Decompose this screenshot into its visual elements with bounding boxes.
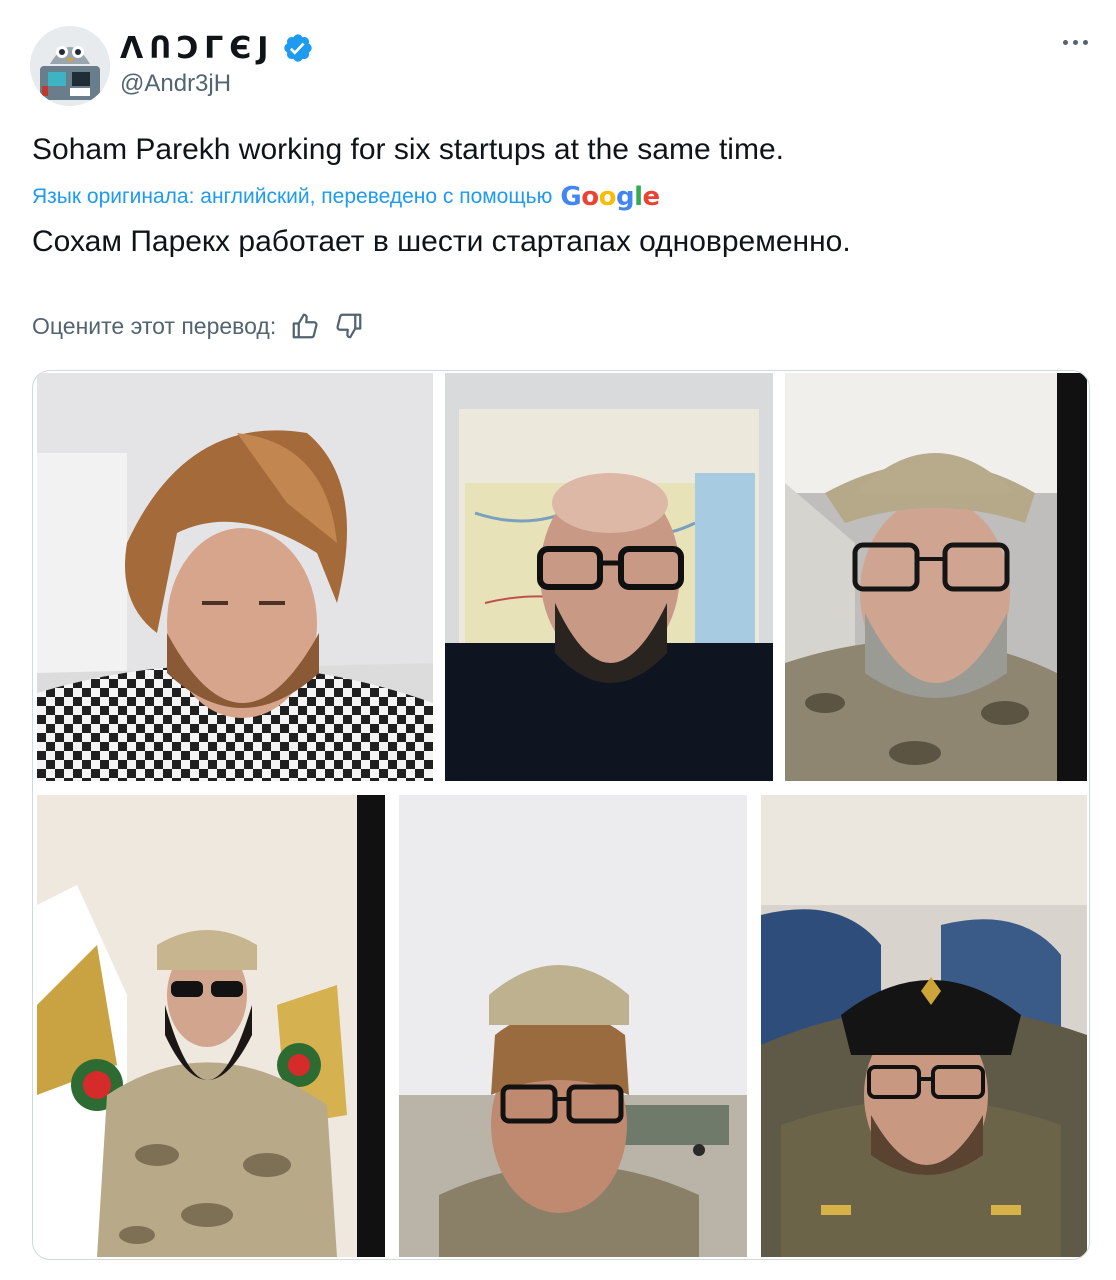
avatar[interactable]	[30, 26, 110, 106]
verified-badge-icon	[284, 34, 313, 62]
media-photo-1[interactable]	[37, 373, 433, 781]
dot	[1083, 40, 1088, 45]
author-name-row[interactable]: ΛՈϽΓЄЈ	[120, 30, 314, 66]
author-handle[interactable]: @Andr3jH	[120, 70, 231, 98]
photo-icon	[37, 795, 385, 1257]
photo-icon	[445, 373, 773, 781]
photo-icon	[761, 795, 1087, 1257]
media-photo-5[interactable]	[399, 795, 747, 1257]
translated-text: Сохам Парекх работает в шести стартапах …	[32, 225, 851, 258]
tweet-text: Soham Parekh working for six startups at…	[32, 133, 784, 166]
photo-icon	[399, 795, 747, 1257]
media-photo-6[interactable]	[761, 795, 1087, 1257]
media-photo-4[interactable]	[37, 795, 385, 1257]
translation-note[interactable]: Язык оригинала: английский, переведено с…	[32, 180, 660, 214]
google-logo: Google	[560, 182, 660, 212]
photo-icon	[785, 373, 1087, 781]
media-photo-2[interactable]	[445, 373, 773, 781]
more-dots-icon[interactable]	[1063, 40, 1088, 45]
rate-translation-row: Оцените этот перевод:	[32, 306, 364, 346]
photo-icon	[37, 373, 433, 781]
thumbs-up-icon[interactable]	[290, 311, 320, 341]
dot	[1063, 40, 1068, 45]
author-display-name[interactable]: ΛՈϽΓЄЈ	[120, 31, 274, 66]
translation-note-text[interactable]: Язык оригинала: английский, переведено с…	[32, 185, 552, 209]
media-photo-3[interactable]	[785, 373, 1087, 781]
owl-robot-avatar-icon	[30, 26, 110, 106]
thumbs-down-icon[interactable]	[334, 311, 364, 341]
rate-label: Оцените этот перевод:	[32, 312, 277, 339]
dot	[1073, 40, 1078, 45]
media-grid	[32, 370, 1090, 1260]
